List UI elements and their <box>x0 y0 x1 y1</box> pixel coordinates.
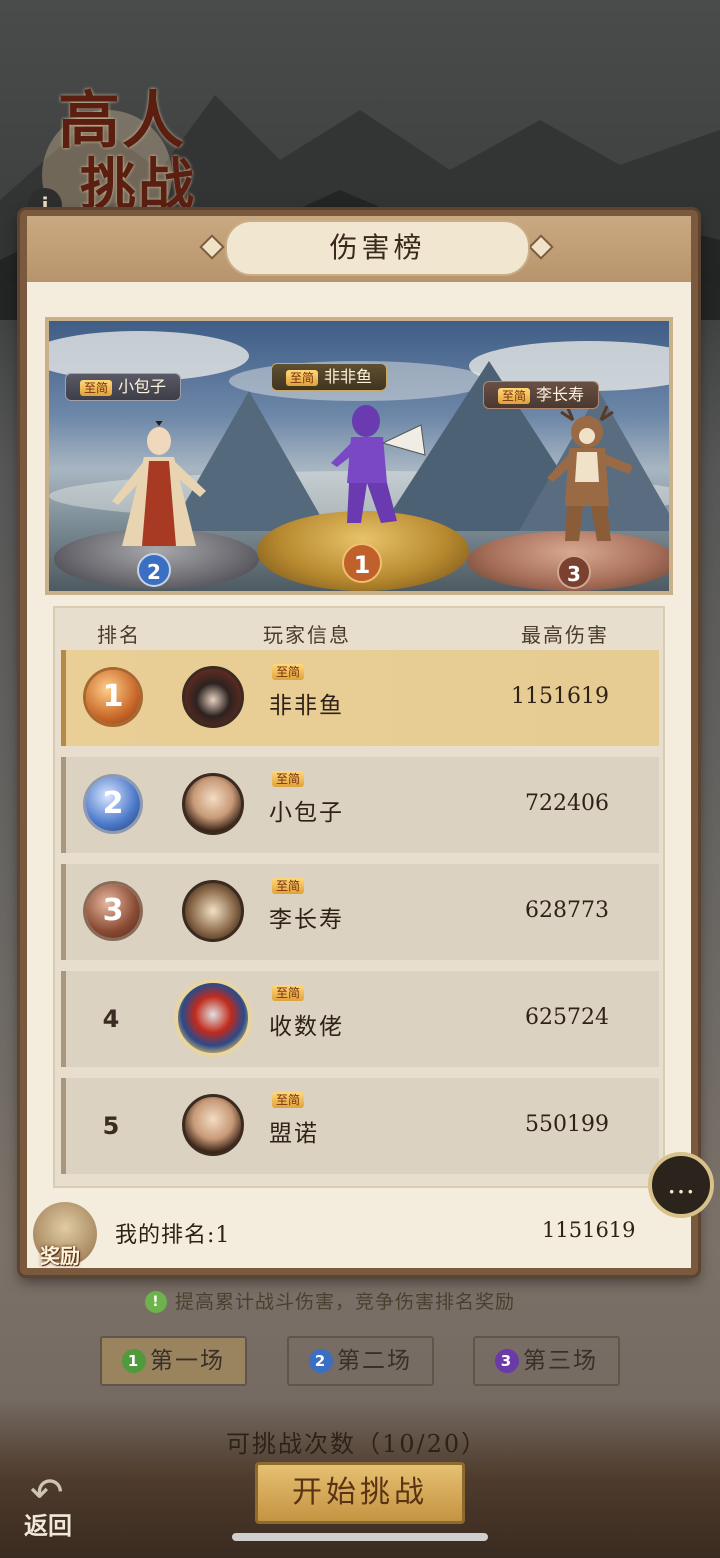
table-row[interactable]: 4 至简 收数佬 625724 <box>61 971 659 1067</box>
header-rank: 排名 <box>97 623 141 647</box>
character-figure-2 <box>112 421 206 546</box>
podium-showcase: 至简 小包子 至简 非非鱼 至简 李长寿 2 1 3 <box>45 317 673 595</box>
podium-nameplate-1: 至简 非非鱼 <box>271 363 388 391</box>
rank-number: 5 <box>102 1112 120 1140</box>
podium-rank-3-icon: 3 <box>557 555 591 589</box>
rank-2-medal-icon: 2 <box>86 777 140 831</box>
podium-rank-1-icon: 1 <box>342 543 382 583</box>
podium-nameplate-2: 至简 小包子 <box>65 373 182 401</box>
player-name: 收数佬 <box>269 1014 344 1040</box>
player-damage: 625724 <box>525 1005 609 1030</box>
rank-number: 4 <box>102 1005 120 1033</box>
table-row[interactable]: 5 至简 盟诺 550199 <box>61 1078 659 1174</box>
table-row[interactable]: 2 至简 小包子 722406 <box>61 757 659 853</box>
player-name: 非非鱼 <box>269 693 344 719</box>
player-name: 小包子 <box>269 800 344 826</box>
podium-player-name: 小包子 <box>118 377 167 396</box>
event-title-line2: 挑战 <box>80 152 196 218</box>
my-rank: 我的排名:1 <box>115 1223 231 1248</box>
back-label: 返回 <box>24 1511 72 1540</box>
tab-label: 第三场 <box>523 1348 598 1374</box>
table-header: 排名 玩家信息 最高伤害 <box>55 608 663 654</box>
character-figure-1 <box>331 405 426 523</box>
tab-label: 第二场 <box>337 1348 412 1374</box>
vip-badge: 至简 <box>272 664 305 680</box>
exclamation-icon: ! <box>145 1291 167 1313</box>
character-figure-3 <box>547 406 633 541</box>
match-3-number-icon: 3 <box>495 1349 519 1373</box>
player-damage: 722406 <box>525 791 609 816</box>
start-challenge-button[interactable]: 开始挑战 <box>255 1462 465 1524</box>
damage-leaderboard: 排名 玩家信息 最高伤害 1 至简 非非鱼 1151619 2 至简 小包子 7… <box>53 606 665 1188</box>
player-name: 李长寿 <box>269 907 344 933</box>
tab-match-3[interactable]: 3 第三场 <box>473 1336 620 1386</box>
attempts-remaining: 可挑战次数（10/20） <box>226 1430 488 1458</box>
tab-label: 第一场 <box>150 1348 225 1374</box>
podium-player-name: 非非鱼 <box>324 367 373 386</box>
chat-bubble-icon[interactable]: … <box>648 1152 714 1218</box>
avatar[interactable] <box>182 666 244 728</box>
avatar[interactable] <box>182 773 244 835</box>
podium-nameplate-3: 至简 李长寿 <box>483 381 600 409</box>
header-player: 玩家信息 <box>263 623 351 647</box>
match-2-number-icon: 2 <box>309 1349 333 1373</box>
vip-badge: 至简 <box>272 771 305 787</box>
vip-badge: 至简 <box>286 369 319 386</box>
tab-match-1[interactable]: 1 第一场 <box>100 1336 247 1386</box>
vip-badge: 至简 <box>272 985 305 1001</box>
table-row[interactable]: 3 至简 李长寿 628773 <box>61 864 659 960</box>
vip-badge: 至简 <box>272 878 305 894</box>
tab-match-2[interactable]: 2 第二场 <box>287 1336 434 1386</box>
match-1-number-icon: 1 <box>122 1349 146 1373</box>
tip-text: 提高累计战斗伤害，竞争伤害排名奖励 <box>175 1291 516 1313</box>
player-name: 盟诺 <box>269 1121 319 1147</box>
event-title: 高人 挑战 <box>42 70 220 240</box>
reward-button-label[interactable]: 奖励 <box>40 1240 80 1269</box>
podium-rank-2-icon: 2 <box>137 553 171 587</box>
avatar[interactable] <box>182 880 244 942</box>
home-indicator[interactable] <box>232 1533 488 1541</box>
avatar[interactable] <box>174 979 252 1057</box>
vip-badge: 至简 <box>272 1092 305 1108</box>
panel-title: 伤害榜 <box>225 220 530 276</box>
rank-1-medal-icon: 1 <box>86 670 140 724</box>
table-row[interactable]: 1 至简 非非鱼 1151619 <box>61 650 659 746</box>
avatar[interactable] <box>182 1094 244 1156</box>
player-damage: 550199 <box>525 1112 609 1137</box>
player-damage: 1151619 <box>511 684 609 709</box>
vip-badge: 至简 <box>80 379 113 396</box>
my-damage: 1151619 <box>542 1218 636 1242</box>
rank-3-medal-icon: 3 <box>86 884 140 938</box>
vip-badge: 至简 <box>498 387 531 404</box>
podium-player-name: 李长寿 <box>536 385 585 404</box>
player-damage: 628773 <box>525 898 609 923</box>
header-damage: 最高伤害 <box>521 623 609 647</box>
tip-text-row: ! 提高累计战斗伤害，竞争伤害排名奖励 <box>145 1287 515 1314</box>
back-button[interactable]: ↶ 返回 <box>22 1470 92 1540</box>
